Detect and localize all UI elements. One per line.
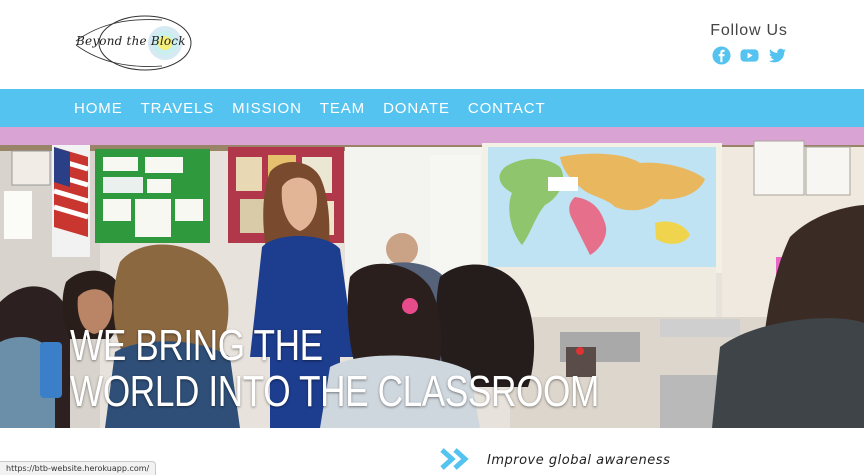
site-logo[interactable]: Beyond the Block <box>72 12 194 74</box>
hero-banner: WE BRING THE WORLD INTO THE CLASSROOM <box>0 127 864 428</box>
social-links <box>704 46 794 65</box>
nav-item-travels[interactable]: TRAVELS <box>141 100 215 117</box>
nav-item-team[interactable]: TEAM <box>320 100 365 117</box>
site-header: Beyond the Block Follow Us <box>0 0 864 89</box>
follow-us: Follow Us <box>704 22 794 65</box>
youtube-icon[interactable] <box>739 46 759 65</box>
nav-item-contact[interactable]: CONTACT <box>468 100 546 117</box>
double-chevron-right-icon <box>440 448 469 470</box>
browser-status-url: https://btb-website.herokuapp.com/ <box>0 461 157 475</box>
logo-text: Beyond the Block <box>76 34 186 48</box>
hero-title-line2: WORLD INTO THE CLASSROOM <box>70 367 599 416</box>
feature-tagline: Improve global awareness <box>487 453 671 468</box>
nav-item-home[interactable]: HOME <box>74 100 123 117</box>
main-nav: HOME TRAVELS MISSION TEAM DONATE CONTACT <box>0 89 864 127</box>
hero-title-line1: WE BRING THE <box>70 321 323 370</box>
hero-title: WE BRING THE WORLD INTO THE CLASSROOM <box>70 323 599 415</box>
twitter-icon[interactable] <box>768 46 787 65</box>
nav-item-donate[interactable]: DONATE <box>383 100 450 117</box>
nav-item-mission[interactable]: MISSION <box>232 100 302 117</box>
facebook-icon[interactable] <box>711 46 731 65</box>
follow-us-label: Follow Us <box>710 22 788 39</box>
